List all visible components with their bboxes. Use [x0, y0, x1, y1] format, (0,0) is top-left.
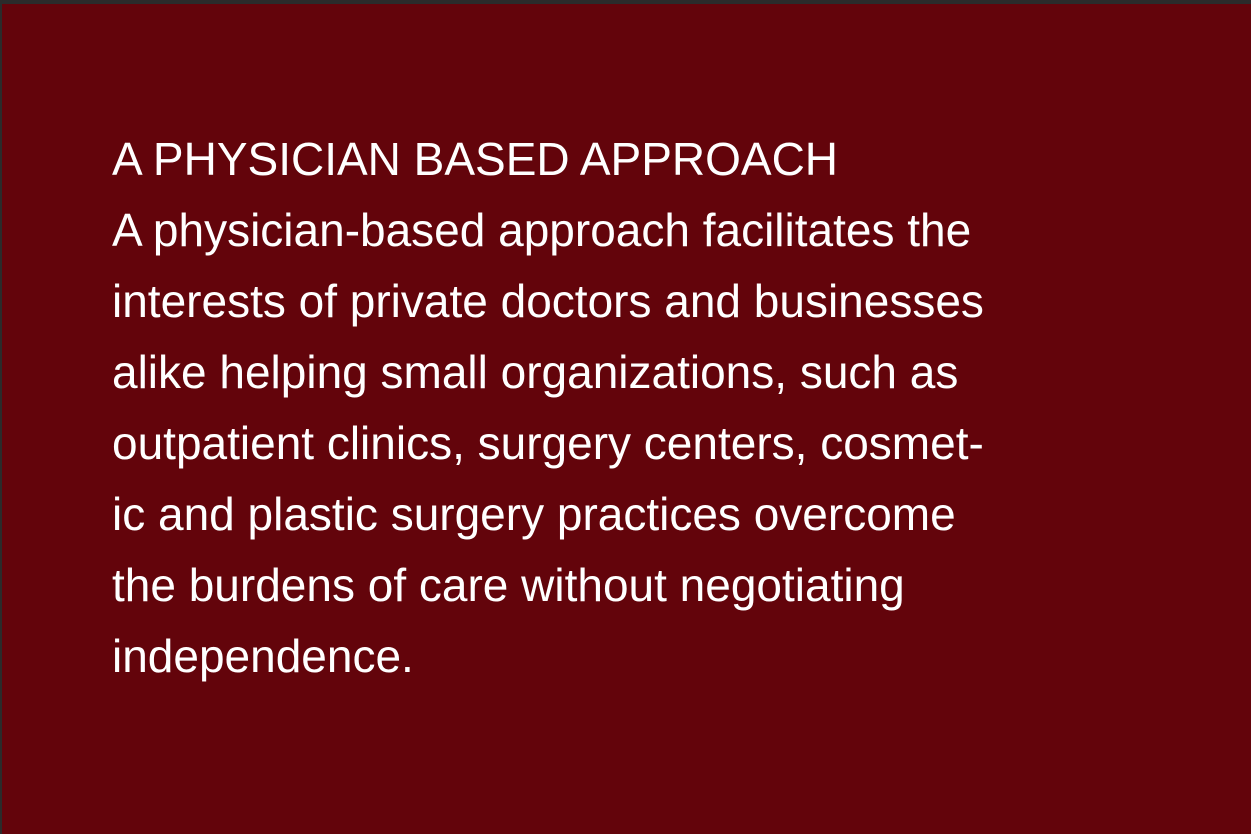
body-line: ic and plastic surgery practices overcom…	[112, 488, 956, 540]
content-panel: A PHYSICIAN BASED APPROACH A physician-b…	[2, 4, 1251, 834]
body-line: alike helping small organizations, such …	[112, 346, 959, 398]
heading: A PHYSICIAN BASED APPROACH	[112, 133, 839, 185]
body-line: interests of private doctors and busines…	[112, 275, 984, 327]
text-block: A PHYSICIAN BASED APPROACH A physician-b…	[112, 124, 1152, 692]
body-line: independence.	[112, 630, 414, 682]
body-line: A physician-based approach facilitates t…	[112, 204, 972, 256]
body-line: the burdens of care without negotiating	[112, 559, 905, 611]
body-line: outpatient clinics, surgery centers, cos…	[112, 417, 984, 469]
